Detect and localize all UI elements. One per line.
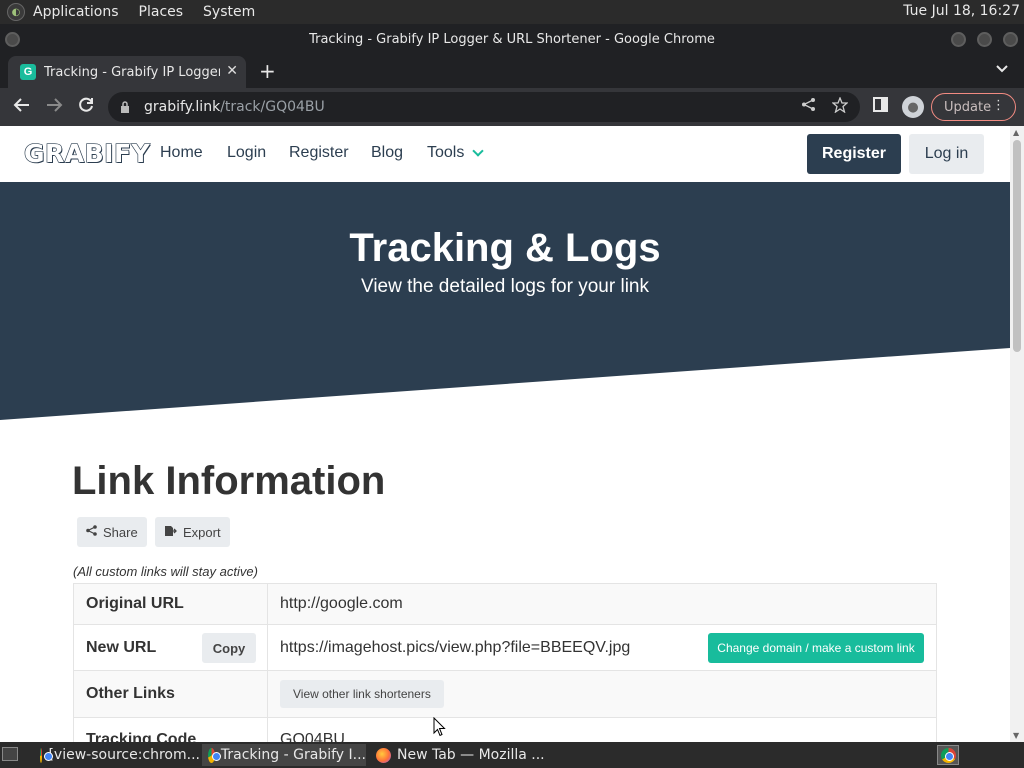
taskbar-item-grabify[interactable]: Tracking - Grabify I... — [202, 744, 366, 766]
update-label: Update — [944, 99, 992, 115]
tab-title: Tracking - Grabify IP Logger & URL Short… — [44, 64, 220, 80]
nav-login-link[interactable]: Login — [227, 144, 266, 162]
row-label: Original URL — [73, 583, 268, 625]
other-links-cell: View other link shorteners — [267, 670, 937, 718]
copy-button[interactable]: Copy — [202, 633, 256, 663]
login-button[interactable]: Log in — [909, 134, 984, 174]
window-titlebar[interactable]: Tracking - Grabify IP Logger & URL Short… — [0, 24, 1024, 54]
view-other-link-shorteners-button[interactable]: View other link shorteners — [280, 680, 444, 708]
bookmark-star-icon[interactable] — [831, 96, 849, 117]
scroll-up-arrow-icon[interactable]: ▲ — [1013, 128, 1019, 137]
export-label: Export — [183, 524, 221, 540]
new-url-label-cell: New URL Copy — [73, 624, 268, 671]
hero-banner: Tracking & Logs View the detailed logs f… — [0, 182, 1010, 420]
update-chrome-button[interactable]: Update ⋮ — [931, 93, 1016, 121]
table-row: Original URL http://google.com — [73, 583, 937, 625]
scrollbar-thumb[interactable] — [1013, 140, 1021, 352]
hero-title: Tracking & Logs — [349, 226, 661, 270]
side-panel-icon[interactable] — [873, 97, 888, 116]
row-label: Tracking Code — [73, 717, 268, 742]
applications-menu[interactable]: Applications — [33, 4, 119, 20]
back-arrow-icon[interactable] — [13, 96, 31, 119]
link-info-table: Original URL http://google.com New URL C… — [73, 583, 937, 742]
new-url-value[interactable]: https://imagehost.pics/view.php?file=BBE… — [280, 639, 630, 656]
clock[interactable]: Tue Jul 18, 16:27 — [903, 3, 1020, 19]
register-button[interactable]: Register — [807, 134, 901, 174]
hero-subtitle: View the detailed logs for your link — [361, 276, 649, 297]
new-tab-icon[interactable]: + — [259, 59, 276, 83]
taskbar-item-firefox[interactable]: New Tab — Mozilla ... — [370, 744, 545, 766]
taskbar-item-view-source[interactable]: [view-source:chrom... — [34, 744, 200, 766]
site-navbar: GRABIFY Home Login Register Blog Tools R… — [0, 126, 1010, 182]
tab-strip: G Tracking - Grabify IP Logger & URL Sho… — [0, 54, 1024, 88]
minimize-window-icon[interactable] — [951, 32, 966, 47]
nav-register-link[interactable]: Register — [289, 144, 349, 162]
bottom-taskbar: [view-source:chrom... Tracking - Grabify… — [0, 742, 1024, 768]
share-label: Share — [103, 524, 138, 540]
close-window-icon[interactable] — [1003, 32, 1018, 47]
new-url-value-cell: https://imagehost.pics/view.php?file=BBE… — [267, 624, 937, 671]
distro-logo-icon[interactable]: ◐ — [7, 3, 25, 21]
mouse-cursor-icon — [433, 716, 446, 741]
url-host: grabify.link — [144, 99, 221, 115]
chrome-icon — [40, 747, 56, 763]
hero-background — [0, 182, 1010, 420]
window-menu-icon[interactable] — [5, 32, 20, 47]
maximize-window-icon[interactable] — [977, 32, 992, 47]
chrome-icon — [208, 747, 221, 763]
grabify-favicon-icon: G — [20, 64, 36, 80]
page-scrollbar[interactable]: ▲ ▼ — [1010, 126, 1024, 742]
export-file-icon — [164, 525, 177, 540]
share-icon — [86, 525, 97, 539]
table-row: Tracking Code GQ04BU — [73, 717, 937, 742]
window-title: Tracking - Grabify IP Logger & URL Short… — [309, 31, 715, 47]
row-label: New URL — [86, 638, 157, 656]
grabify-logo[interactable]: GRABIFY — [23, 138, 150, 168]
custom-links-note: (All custom links will stay active) — [73, 564, 258, 579]
system-menu[interactable]: System — [203, 4, 255, 20]
system-top-panel: ◐ Applications Places System Tue Jul 18,… — [0, 0, 1024, 24]
tray-chrome-icon[interactable] — [937, 745, 959, 765]
chrome-menu-icon[interactable]: ⋮ — [992, 98, 1005, 113]
taskbar-item-label: Tracking - Grabify I... — [220, 747, 366, 763]
share-page-icon[interactable] — [801, 97, 816, 116]
link-information-heading: Link Information — [72, 459, 386, 503]
lock-icon[interactable] — [120, 101, 132, 113]
export-button[interactable]: Export — [155, 517, 230, 547]
firefox-icon — [376, 747, 391, 763]
nav-home-link[interactable]: Home — [160, 144, 203, 162]
change-domain-button[interactable]: Change domain / make a custom link — [708, 633, 924, 663]
row-label: Other Links — [73, 670, 268, 718]
reload-icon[interactable] — [77, 96, 95, 119]
address-bar[interactable]: grabify.link/track/GQ04BU — [108, 92, 860, 122]
table-row: Other Links View other link shorteners — [73, 670, 937, 718]
forward-arrow-icon[interactable] — [45, 96, 63, 119]
nav-blog-link[interactable]: Blog — [371, 144, 403, 162]
chrome-icon — [940, 747, 956, 763]
taskbar-item-label: [view-source:chrom... — [48, 747, 200, 763]
taskbar-item-label: New Tab — Mozilla ... — [397, 747, 545, 763]
table-row: New URL Copy https://imagehost.pics/view… — [73, 624, 937, 671]
scroll-down-arrow-icon[interactable]: ▼ — [1013, 731, 1019, 740]
tools-chevron-down-icon[interactable] — [472, 145, 484, 157]
nav-tools-dropdown[interactable]: Tools — [427, 144, 464, 162]
show-desktop-icon[interactable] — [2, 747, 18, 761]
tab-search-chevron-icon[interactable] — [996, 62, 1008, 76]
browser-toolbar: grabify.link/track/GQ04BU ● Update ⋮ — [0, 88, 1024, 126]
profile-avatar-icon[interactable]: ● — [902, 96, 924, 118]
close-tab-icon[interactable]: ✕ — [226, 63, 238, 79]
page-viewport: GRABIFY Home Login Register Blog Tools R… — [0, 126, 1010, 742]
tracking-code-value: GQ04BU — [267, 717, 937, 742]
original-url-value: http://google.com — [267, 583, 937, 625]
share-button[interactable]: Share — [77, 517, 147, 547]
url-path: /track/GQ04BU — [220, 99, 325, 115]
browser-tab-active[interactable]: G Tracking - Grabify IP Logger & URL Sho… — [8, 56, 246, 88]
places-menu[interactable]: Places — [139, 4, 184, 20]
